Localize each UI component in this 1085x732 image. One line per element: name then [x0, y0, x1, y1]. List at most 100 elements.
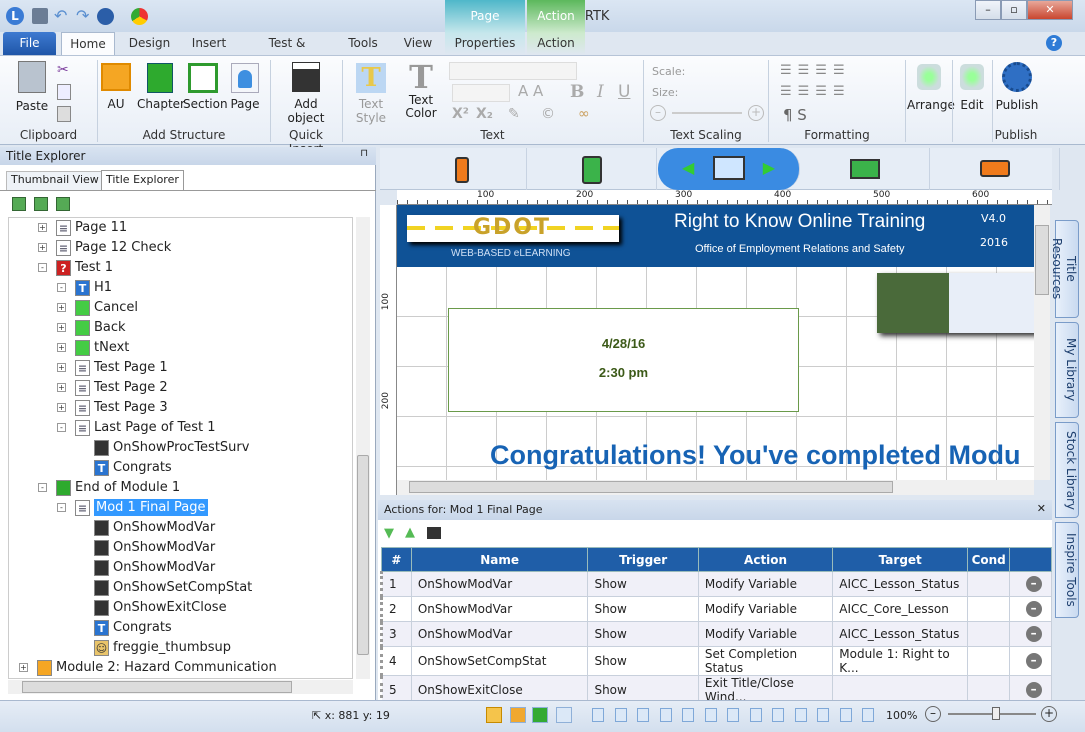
expand-all-icon[interactable] [12, 197, 26, 211]
zoom-slider-thumb[interactable] [992, 707, 1001, 720]
align-icons[interactable]: ☰☰☰☰ [780, 63, 851, 78]
tab-title-explorer[interactable]: Title Explorer [101, 170, 184, 190]
tab-file[interactable]: File [3, 32, 56, 55]
zoom-out-button[interactable]: – [925, 706, 941, 722]
hazard-training-image[interactable] [877, 273, 1034, 333]
device-tablet-landscape[interactable] [800, 148, 930, 190]
indent-list-icons[interactable]: ☰☰☰☰ [780, 84, 851, 99]
side-tab-inspire-tools[interactable]: Inspire Tools [1055, 522, 1079, 618]
canvas-horizontal-scrollbar[interactable] [397, 480, 1034, 495]
expand-toggle-icon[interactable]: + [38, 243, 47, 252]
scale-decrease-button[interactable]: – [650, 105, 666, 121]
add-object-button[interactable]: Add object [274, 62, 338, 125]
expand-toggle-icon[interactable]: + [57, 303, 66, 312]
tree-item[interactable]: OnShowModVar [9, 518, 352, 538]
tab-view[interactable]: View [398, 32, 438, 55]
date-time-box[interactable]: 4/28/16 2:30 pm [448, 308, 799, 412]
tree-options-icon[interactable] [56, 197, 70, 211]
cut-icon[interactable]: ✂ [57, 62, 69, 78]
edit-mode-icon[interactable] [486, 707, 502, 723]
expand-toggle-icon[interactable]: + [57, 343, 66, 352]
align-tool-icon[interactable] [682, 708, 694, 722]
close-button[interactable]: ✕ [1027, 0, 1073, 20]
tree-item[interactable]: T Congrats [9, 458, 352, 478]
table-row[interactable]: 1 OnShowModVar Show Modify Variable AICC_Les… [380, 571, 1052, 597]
tab-design[interactable]: Design [122, 32, 177, 55]
zoom-in-button[interactable]: + [1041, 706, 1057, 722]
column-header[interactable]: Name [410, 547, 589, 572]
align-tool-icon[interactable] [659, 708, 672, 722]
align-tool-icon[interactable] [614, 708, 627, 722]
tree-item[interactable]: + Cancel [9, 298, 352, 318]
table-row[interactable]: 3 OnShowModVar Show Modify Variable AICC_Les… [380, 621, 1052, 647]
text-style-button[interactable]: T Text Style [346, 63, 396, 125]
tree-item[interactable]: + ≡ Test Page 2 [9, 378, 352, 398]
run-mode-icon[interactable] [510, 707, 526, 723]
tree-item[interactable]: ☺ freggie_thumbsup [9, 638, 352, 658]
tab-action[interactable]: Action [530, 32, 582, 55]
tree-item[interactable]: -? Test 1 [9, 258, 352, 278]
close-panel-icon[interactable]: ✕ [1037, 502, 1046, 515]
edit-button[interactable]: Edit [955, 64, 989, 112]
add-chapter-button[interactable]: Chapter [137, 63, 185, 111]
gdot-logo[interactable]: GDOT [407, 215, 619, 242]
tree-item[interactable]: - End of Module 1 [9, 478, 352, 498]
maximize-button[interactable]: ▫ [1001, 0, 1027, 20]
tree-item[interactable]: OnShowProcTestSurv [9, 438, 352, 458]
move-up-icon[interactable]: ▲ [405, 525, 415, 540]
expand-toggle-icon[interactable]: + [19, 663, 28, 672]
tree-item[interactable]: - ≡ Mod 1 Final Page [9, 498, 352, 518]
column-header[interactable]: Action [697, 547, 834, 572]
align-tool-icon[interactable] [839, 708, 852, 722]
tab-tools[interactable]: Tools [340, 32, 386, 55]
scale-slider[interactable] [672, 112, 742, 114]
column-header[interactable]: Cond [967, 547, 1011, 572]
bold-icon[interactable]: B [570, 82, 584, 102]
canvas-vertical-scrollbar[interactable] [1034, 205, 1050, 480]
device-phone-portrait[interactable] [397, 148, 527, 190]
add-section-button[interactable]: Section [183, 63, 228, 111]
format-painter-icon[interactable] [57, 106, 71, 122]
grow-font-icon[interactable]: A A [518, 82, 543, 100]
paragraph-icon[interactable]: ¶ S [783, 106, 807, 124]
tree-item[interactable]: + ≡ Test Page 1 [9, 358, 352, 378]
preview-browser-icon[interactable] [556, 707, 572, 723]
previous-device-icon[interactable]: ◀ [682, 158, 694, 177]
expand-toggle-icon[interactable]: + [57, 323, 66, 332]
tab-test-survey[interactable]: Test & Survey [246, 32, 328, 73]
tree-item[interactable]: OnShowExitClose [9, 598, 352, 618]
tree-item[interactable]: + ≡ Page 11 [9, 218, 352, 238]
align-tool-icon[interactable] [749, 708, 762, 722]
delete-action-icon[interactable]: – [1025, 653, 1042, 669]
delete-action-icon[interactable]: – [1025, 682, 1042, 698]
font-size-dropdown[interactable] [452, 84, 510, 102]
tab-thumbnail-view[interactable]: Thumbnail View [6, 171, 104, 190]
tree-item[interactable]: T Congrats [9, 618, 352, 638]
pin-icon[interactable]: ⊓ [360, 148, 368, 159]
arrange-button[interactable]: Arrange [907, 64, 955, 112]
column-header[interactable]: Target [832, 547, 969, 572]
expand-toggle-icon[interactable]: + [57, 363, 66, 372]
expand-toggle-icon[interactable]: - [57, 283, 66, 292]
side-tab-title-resources[interactable]: Title Resources [1050, 220, 1079, 318]
paste-button[interactable]: Paste [14, 61, 50, 113]
text-color-button[interactable]: T Text Color [400, 60, 442, 120]
zoom-slider[interactable] [948, 707, 1036, 720]
tree-item[interactable]: + tNext [9, 338, 352, 358]
column-header[interactable]: # [381, 547, 412, 572]
tree-item[interactable]: + ≡ Test Page 3 [9, 398, 352, 418]
copy-icon[interactable] [57, 84, 71, 100]
expand-toggle-icon[interactable]: - [57, 503, 66, 512]
tree-item[interactable]: + Back [9, 318, 352, 338]
tree-horizontal-scrollbar[interactable] [8, 680, 353, 694]
device-tablet-portrait[interactable] [527, 148, 657, 190]
publish-button[interactable]: Publish [995, 62, 1039, 112]
new-action-icon[interactable] [427, 527, 441, 539]
align-tool-icon[interactable] [592, 708, 604, 722]
align-tool-icon[interactable] [817, 708, 829, 722]
side-tab-my-library[interactable]: My Library [1055, 322, 1079, 418]
move-down-icon[interactable]: ▼ [384, 526, 394, 541]
delete-action-icon[interactable]: – [1025, 576, 1042, 592]
device-desktop[interactable]: ◀ ▶ [658, 148, 800, 190]
expand-toggle-icon[interactable]: - [38, 483, 47, 492]
